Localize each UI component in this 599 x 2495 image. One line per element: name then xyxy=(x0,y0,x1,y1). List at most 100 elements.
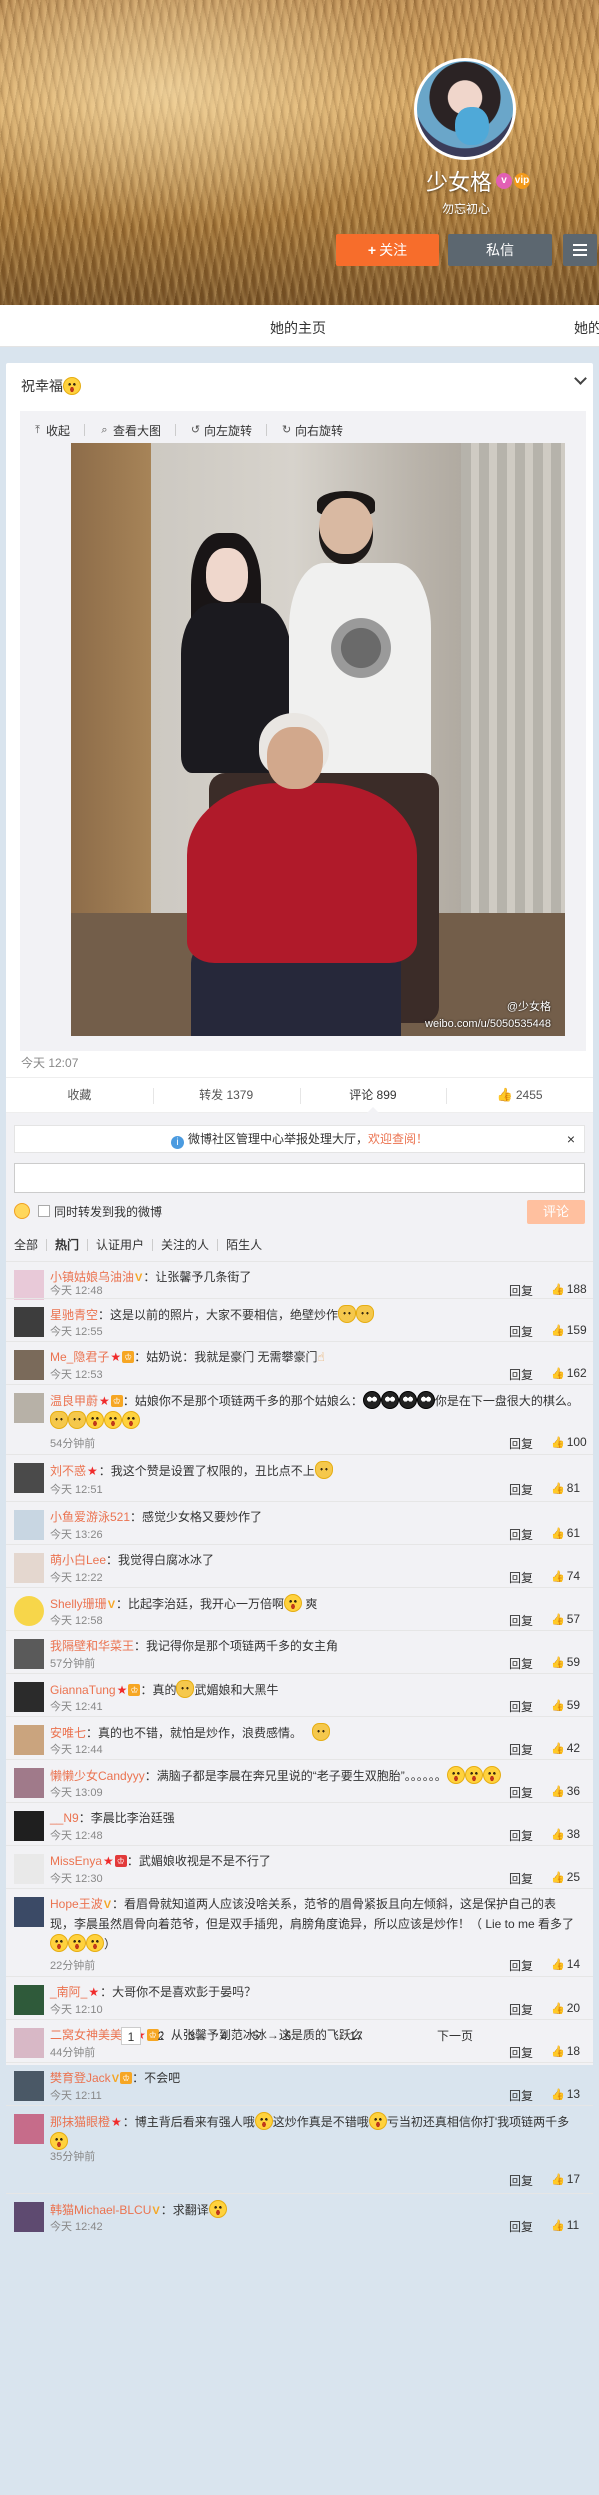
commenter-avatar[interactable] xyxy=(14,2114,44,2144)
notice-link[interactable]: 欢迎查阅！ xyxy=(368,1132,428,1146)
post-photo[interactable]: @少女格 weibo.com/u/5050535448 xyxy=(71,443,565,1036)
reply-button[interactable]: 回复 xyxy=(509,1366,533,1383)
menu-icon[interactable] xyxy=(563,234,597,266)
profile-avatar[interactable] xyxy=(414,58,516,160)
reply-button[interactable]: 回复 xyxy=(509,2218,533,2235)
comment-like-button[interactable]: 👍 59 xyxy=(551,1698,580,1712)
commenter-avatar[interactable] xyxy=(14,1639,44,1669)
reply-button[interactable]: 回复 xyxy=(509,2001,533,2018)
comment-like-button[interactable]: 👍 81 xyxy=(551,1481,580,1495)
commenter-name[interactable]: 懒懒少女Candyyy xyxy=(50,1769,145,1783)
post-timestamp[interactable]: 今天 12:07 xyxy=(21,1054,78,1071)
filter-all[interactable]: 全部 xyxy=(14,1239,46,1251)
filter-strangers[interactable]: 陌生人 xyxy=(217,1239,270,1251)
comment-like-button[interactable]: 👍 13 xyxy=(551,2087,580,2101)
commenter-avatar[interactable] xyxy=(14,1725,44,1755)
message-button[interactable]: 私信 xyxy=(448,234,552,266)
comment-button[interactable]: 评论 899 xyxy=(299,1078,447,1113)
commenter-avatar[interactable] xyxy=(14,1350,44,1380)
commenter-name[interactable]: Shelly珊珊 xyxy=(50,1597,107,1611)
commenter-name[interactable]: 刘不惑 xyxy=(50,1464,86,1478)
comment-like-button[interactable]: 👍 17 xyxy=(551,2172,580,2186)
commenter-avatar[interactable] xyxy=(14,1897,44,1927)
vip-badge-icon[interactable]: vip xyxy=(514,173,530,189)
tab-her-homepage[interactable]: 她的主页 xyxy=(270,318,326,338)
comment-like-button[interactable]: 👍 25 xyxy=(551,1870,580,1884)
commenter-avatar[interactable] xyxy=(14,1553,44,1583)
submit-comment-button[interactable]: 评论 xyxy=(527,1200,585,1224)
commenter-name[interactable]: GiannaTung xyxy=(50,1683,116,1697)
commenter-name[interactable]: _南阿_ xyxy=(50,1985,87,1999)
comment-like-button[interactable]: 👍 36 xyxy=(551,1784,580,1798)
comment-like-button[interactable]: 👍 74 xyxy=(551,1569,580,1583)
follow-button[interactable]: + 关注 xyxy=(336,234,439,266)
commenter-avatar[interactable] xyxy=(14,2071,44,2101)
page-2[interactable]: 2 xyxy=(151,2027,171,2045)
commenter-name[interactable]: Hope王波 xyxy=(50,1897,103,1911)
profile-name[interactable]: 少女格 xyxy=(392,165,492,197)
reply-button[interactable]: 回复 xyxy=(509,1698,533,1715)
reply-button[interactable]: 回复 xyxy=(509,1870,533,1887)
commenter-name[interactable]: 韩猫Michael-BLCU xyxy=(50,2203,151,2217)
page-3[interactable]: 3 xyxy=(182,2027,202,2045)
filter-hot[interactable]: 热门 xyxy=(46,1239,87,1251)
commenter-name[interactable]: 安唯七 xyxy=(50,1726,86,1740)
comment-like-button[interactable]: 👍 57 xyxy=(551,1612,580,1626)
commenter-name[interactable]: 那抹猫眼橙 xyxy=(50,2115,110,2129)
commenter-name[interactable]: 萌小白Lee xyxy=(50,1553,106,1567)
page-17[interactable]: 17 xyxy=(346,2027,366,2045)
reply-button[interactable]: 回复 xyxy=(509,1612,533,1629)
commenter-name[interactable]: __N9 xyxy=(50,1811,79,1825)
forward-checkbox[interactable] xyxy=(38,1205,50,1217)
commenter-avatar[interactable] xyxy=(14,1682,44,1712)
commenter-avatar[interactable] xyxy=(14,2202,44,2232)
rotate-left-button[interactable]: ↺ 向左旋转 xyxy=(190,421,252,439)
commenter-name[interactable]: 小鱼爱游泳521 xyxy=(50,1510,130,1524)
commenter-avatar[interactable] xyxy=(14,1393,44,1423)
reply-button[interactable]: 回复 xyxy=(509,1827,533,1844)
commenter-avatar[interactable] xyxy=(14,1463,44,1493)
commenter-avatar[interactable] xyxy=(14,1270,44,1300)
commenter-name[interactable]: 星驰青空 xyxy=(50,1308,98,1322)
reply-button[interactable]: 回复 xyxy=(509,1526,533,1543)
commenter-name[interactable]: 樊育登Jack xyxy=(50,2071,111,2085)
commenter-avatar[interactable] xyxy=(14,1854,44,1884)
like-button[interactable]: 👍 2455 xyxy=(446,1078,593,1112)
rotate-right-button[interactable]: ↻ 向右旋转 xyxy=(281,421,343,439)
comment-like-button[interactable]: 👍 162 xyxy=(551,1366,587,1380)
comment-like-button[interactable]: 👍 61 xyxy=(551,1526,580,1540)
page-1[interactable]: 1 xyxy=(121,2027,141,2045)
reply-button[interactable]: 回复 xyxy=(509,1784,533,1801)
comment-like-button[interactable]: 👍 11 xyxy=(551,2218,579,2232)
comment-like-button[interactable]: 👍 20 xyxy=(551,2001,580,2015)
filter-verified[interactable]: 认证用户 xyxy=(87,1239,152,1251)
comment-like-button[interactable]: 👍 14 xyxy=(551,1957,580,1971)
commenter-avatar[interactable] xyxy=(14,1307,44,1337)
page-5[interactable]: 5 xyxy=(246,2027,266,2045)
reply-button[interactable]: 回复 xyxy=(509,2172,533,2189)
reply-button[interactable]: 回复 xyxy=(509,1282,533,1299)
favorite-button[interactable]: 收藏 xyxy=(6,1078,153,1112)
reply-button[interactable]: 回复 xyxy=(509,1655,533,1672)
commenter-name[interactable]: Me_隐君子 xyxy=(50,1350,109,1364)
commenter-avatar[interactable] xyxy=(14,1811,44,1841)
commenter-avatar[interactable] xyxy=(14,1596,44,1626)
view-large-button[interactable]: ⌕ 查看大图 xyxy=(99,421,161,439)
page-4[interactable]: 4 xyxy=(214,2027,234,2045)
comment-input[interactable] xyxy=(14,1163,585,1193)
comment-like-button[interactable]: 👍 59 xyxy=(551,1655,580,1669)
commenter-avatar[interactable] xyxy=(14,1768,44,1798)
verified-badge-icon[interactable]: v xyxy=(496,173,512,189)
commenter-avatar[interactable] xyxy=(14,1510,44,1540)
commenter-name[interactable]: 温良甲蔚 xyxy=(50,1394,98,1408)
reply-button[interactable]: 回复 xyxy=(509,1435,533,1452)
filter-following[interactable]: 关注的人 xyxy=(152,1239,217,1251)
reply-button[interactable]: 回复 xyxy=(509,1569,533,1586)
commenter-avatar[interactable] xyxy=(14,1985,44,2015)
collapse-media-button[interactable]: ⤒ 收起 xyxy=(32,421,70,439)
reply-button[interactable]: 回复 xyxy=(509,1957,533,1974)
reply-button[interactable]: 回复 xyxy=(509,1741,533,1758)
comment-like-button[interactable]: 👍 159 xyxy=(551,1323,587,1337)
comment-like-button[interactable]: 👍 38 xyxy=(551,1827,580,1841)
page-6[interactable]: 6 xyxy=(278,2027,298,2045)
